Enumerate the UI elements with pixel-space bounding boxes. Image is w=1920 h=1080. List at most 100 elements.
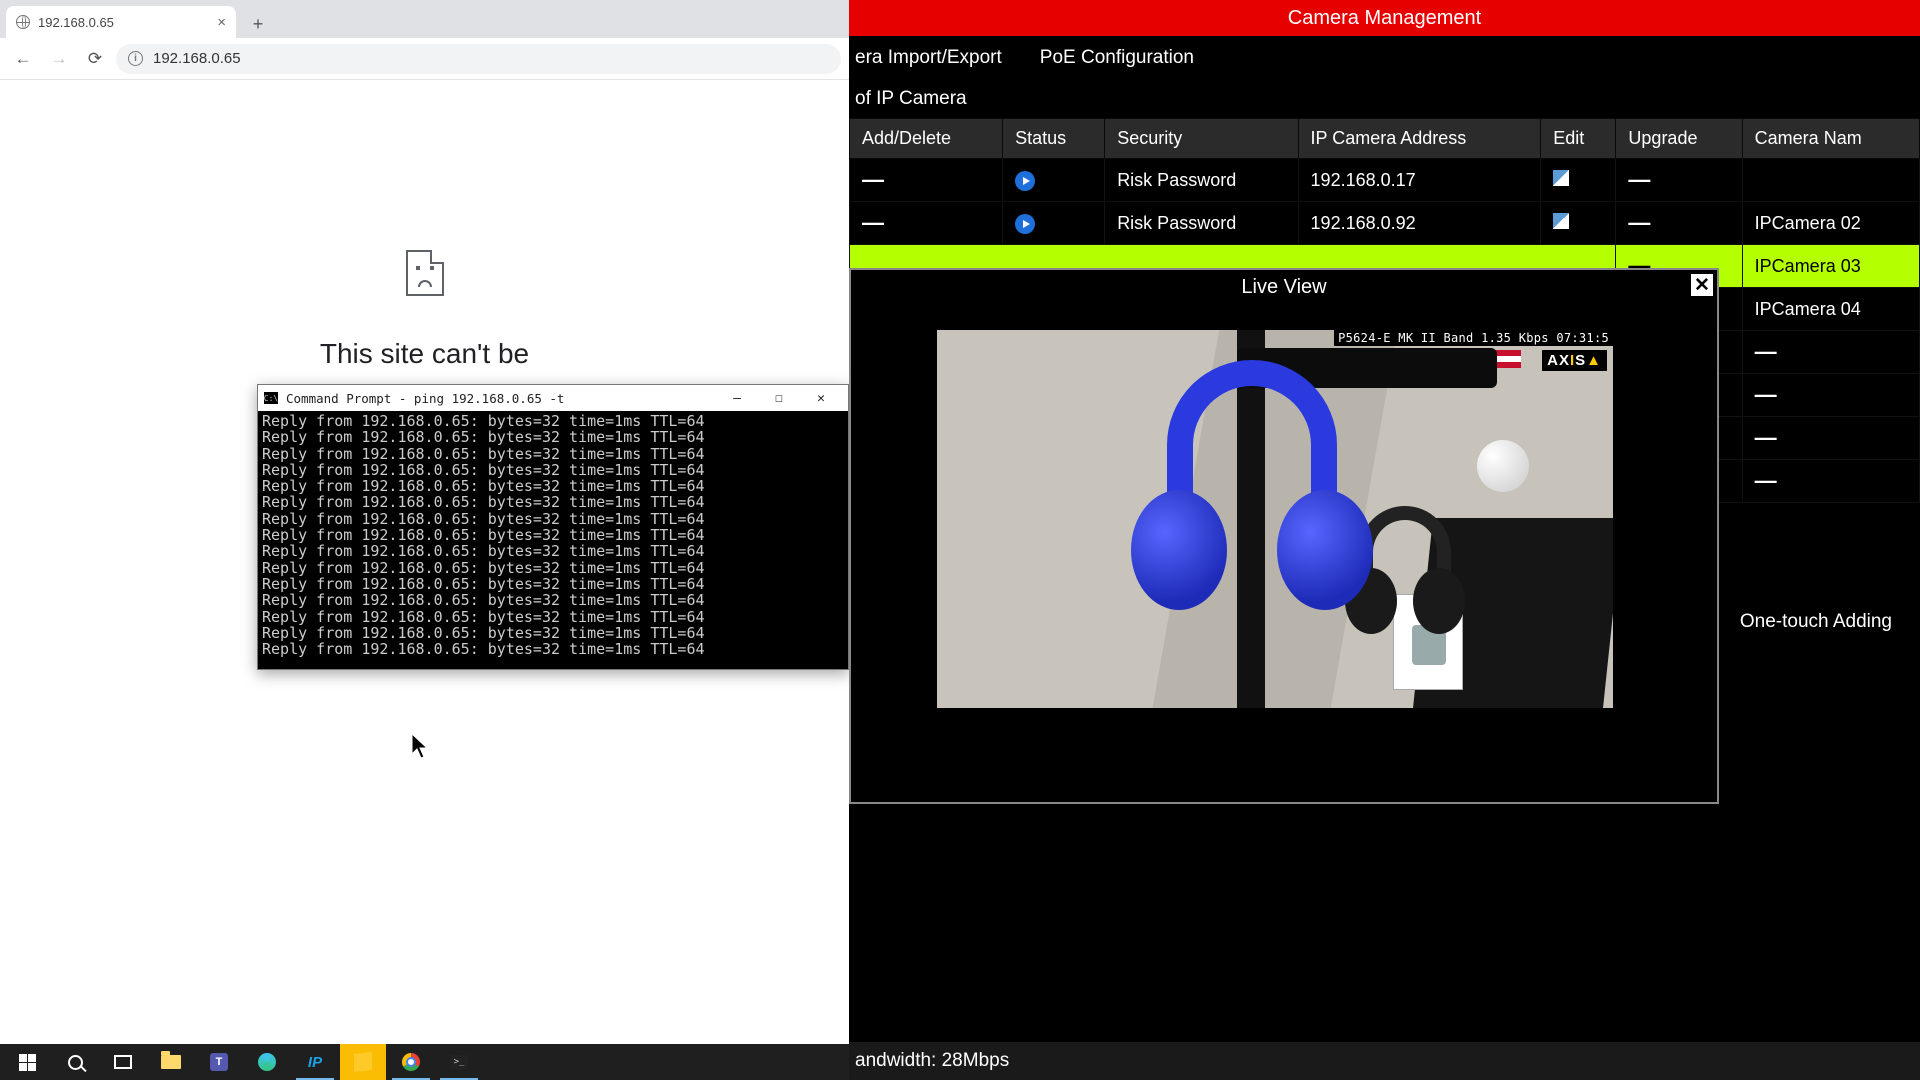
cmd-titlebar[interactable]: C:\ Command Prompt - ping 192.168.0.65 -…: [258, 385, 848, 411]
cmd-output-line: Reply from 192.168.0.65: bytes=32 time=1…: [262, 609, 844, 625]
cmd-cursor: _: [262, 657, 844, 669]
task-view-button[interactable]: [100, 1044, 146, 1080]
cell-address: 192.168.0.92: [1298, 202, 1541, 245]
cell-name: IPCamera 03: [1742, 245, 1919, 288]
edit-icon[interactable]: [1553, 170, 1569, 186]
col-camera-name[interactable]: Camera Nam: [1742, 119, 1919, 159]
sad-page-icon: [406, 250, 444, 296]
back-button[interactable]: ←: [8, 44, 38, 74]
forward-button[interactable]: →: [44, 44, 74, 74]
browser-tab[interactable]: 192.168.0.65 ×: [6, 6, 236, 38]
feed-mic-shape: [1477, 440, 1529, 492]
col-address[interactable]: IP Camera Address: [1298, 119, 1541, 159]
cmd-output-line: Reply from 192.168.0.65: bytes=32 time=1…: [262, 511, 844, 527]
error-heading: This site can't be: [320, 338, 529, 370]
teams-icon: T: [210, 1053, 228, 1071]
cmd-output-line: Reply from 192.168.0.65: bytes=32 time=1…: [262, 543, 844, 559]
command-prompt-window[interactable]: C:\ Command Prompt - ping 192.168.0.65 -…: [257, 384, 849, 670]
cmd-output-line: Reply from 192.168.0.65: bytes=32 time=1…: [262, 413, 844, 429]
table-row[interactable]: —Risk Password192.168.0.17—: [850, 159, 1920, 202]
dash-icon: —: [1755, 425, 1777, 450]
ip-tool-button[interactable]: IP: [292, 1044, 338, 1080]
bandwidth-status: andwidth: 28Mbps: [849, 1042, 1920, 1080]
url-text: 192.168.0.65: [153, 50, 241, 67]
col-add-delete[interactable]: Add/Delete: [850, 119, 1003, 159]
note-icon: [354, 1052, 372, 1072]
cmd-output-line: Reply from 192.168.0.65: bytes=32 time=1…: [262, 494, 844, 510]
dash-icon: —: [1628, 210, 1650, 235]
nvr-subhead: of IP Camera: [849, 80, 1920, 118]
dash-icon: —: [1755, 382, 1777, 407]
col-edit[interactable]: Edit: [1541, 119, 1616, 159]
col-upgrade[interactable]: Upgrade: [1616, 119, 1742, 159]
chrome-icon: [402, 1053, 420, 1071]
cell-security: Risk Password: [1105, 202, 1298, 245]
feed-overlay-text: P5624-E MK II Band 1.35 Kbps 07:31:5: [1334, 330, 1613, 346]
edge-icon: [258, 1053, 276, 1071]
cell-address: 192.168.0.17: [1298, 159, 1541, 202]
flag-icon: [1495, 350, 1521, 368]
folder-icon: [161, 1055, 181, 1069]
col-status[interactable]: Status: [1003, 119, 1105, 159]
cell-name: IPCamera 04: [1742, 288, 1919, 331]
live-view-popup: Live View ✕ P5624-E MK II Band 1.35 Kbps…: [849, 268, 1719, 804]
cmd-output[interactable]: Reply from 192.168.0.65: bytes=32 time=1…: [258, 411, 848, 669]
play-icon[interactable]: [1015, 171, 1035, 191]
cmd-output-line: Reply from 192.168.0.65: bytes=32 time=1…: [262, 560, 844, 576]
play-icon[interactable]: [1015, 214, 1035, 234]
cmd-output-line: Reply from 192.168.0.65: bytes=32 time=1…: [262, 462, 844, 478]
tab-close-icon[interactable]: ×: [217, 14, 226, 31]
taskbar: T IP >_: [0, 1044, 849, 1080]
site-info-icon[interactable]: i: [128, 51, 143, 66]
sticky-notes-button[interactable]: [340, 1044, 386, 1080]
cmd-taskbar-button[interactable]: >_: [436, 1044, 482, 1080]
dash-icon: —: [862, 210, 884, 235]
dash-icon: —: [1755, 468, 1777, 493]
nvr-title: Camera Management: [849, 0, 1920, 36]
cmd-icon: C:\: [264, 392, 278, 404]
reload-button[interactable]: ⟳: [80, 44, 110, 74]
url-input[interactable]: i 192.168.0.65: [116, 44, 841, 74]
cmd-output-line: Reply from 192.168.0.65: bytes=32 time=1…: [262, 641, 844, 657]
start-button[interactable]: [4, 1044, 50, 1080]
cmd-output-line: Reply from 192.168.0.65: bytes=32 time=1…: [262, 429, 844, 445]
cmd-output-line: Reply from 192.168.0.65: bytes=32 time=1…: [262, 446, 844, 462]
cmd-output-line: Reply from 192.168.0.65: bytes=32 time=1…: [262, 576, 844, 592]
ip-icon: IP: [308, 1054, 322, 1071]
live-view-title-text: Live View: [1241, 276, 1326, 299]
cell-name: IPCamera 02: [1742, 202, 1919, 245]
dash-icon: —: [1755, 339, 1777, 364]
chrome-button[interactable]: [388, 1044, 434, 1080]
axis-logo: AXIS▲: [1542, 350, 1607, 371]
tab-title: 192.168.0.65: [38, 15, 114, 30]
one-touch-adding-button[interactable]: One-touch Adding: [1712, 597, 1920, 647]
col-security[interactable]: Security: [1105, 119, 1298, 159]
live-view-title: Live View ✕: [851, 270, 1717, 304]
task-view-icon: [114, 1055, 132, 1069]
close-button[interactable]: ✕: [800, 385, 842, 411]
file-explorer-button[interactable]: [148, 1044, 194, 1080]
maximize-button[interactable]: ☐: [758, 385, 800, 411]
live-view-feed[interactable]: P5624-E MK II Band 1.35 Kbps 07:31:5 AXI…: [937, 330, 1613, 708]
tab-poe-config[interactable]: PoE Configuration: [1040, 47, 1194, 69]
cmd-output-line: Reply from 192.168.0.65: bytes=32 time=1…: [262, 592, 844, 608]
table-header-row: Add/Delete Status Security IP Camera Add…: [850, 119, 1920, 159]
cell-security: Risk Password: [1105, 159, 1298, 202]
feed-headphone-shape: [1137, 360, 1367, 610]
search-icon: [68, 1055, 83, 1070]
new-tab-button[interactable]: +: [244, 10, 272, 38]
live-view-close-button[interactable]: ✕: [1689, 272, 1715, 298]
tab-import-export[interactable]: era Import/Export: [855, 47, 1002, 69]
nvr-tabs: era Import/Export PoE Configuration: [849, 36, 1920, 80]
edge-button[interactable]: [244, 1044, 290, 1080]
tab-strip: 192.168.0.65 × +: [0, 0, 849, 38]
dash-icon: —: [1628, 167, 1650, 192]
taskbar-search[interactable]: [52, 1044, 98, 1080]
address-bar: ← → ⟳ i 192.168.0.65: [0, 38, 849, 80]
table-row[interactable]: — Risk Password192.168.0.92 — IPCamera 02: [850, 202, 1920, 245]
minimize-button[interactable]: —: [716, 385, 758, 411]
teams-button[interactable]: T: [196, 1044, 242, 1080]
edit-icon[interactable]: [1553, 213, 1569, 229]
cmd-output-line: Reply from 192.168.0.65: bytes=32 time=1…: [262, 527, 844, 543]
cmd-title-text: Command Prompt - ping 192.168.0.65 -t: [286, 391, 564, 406]
